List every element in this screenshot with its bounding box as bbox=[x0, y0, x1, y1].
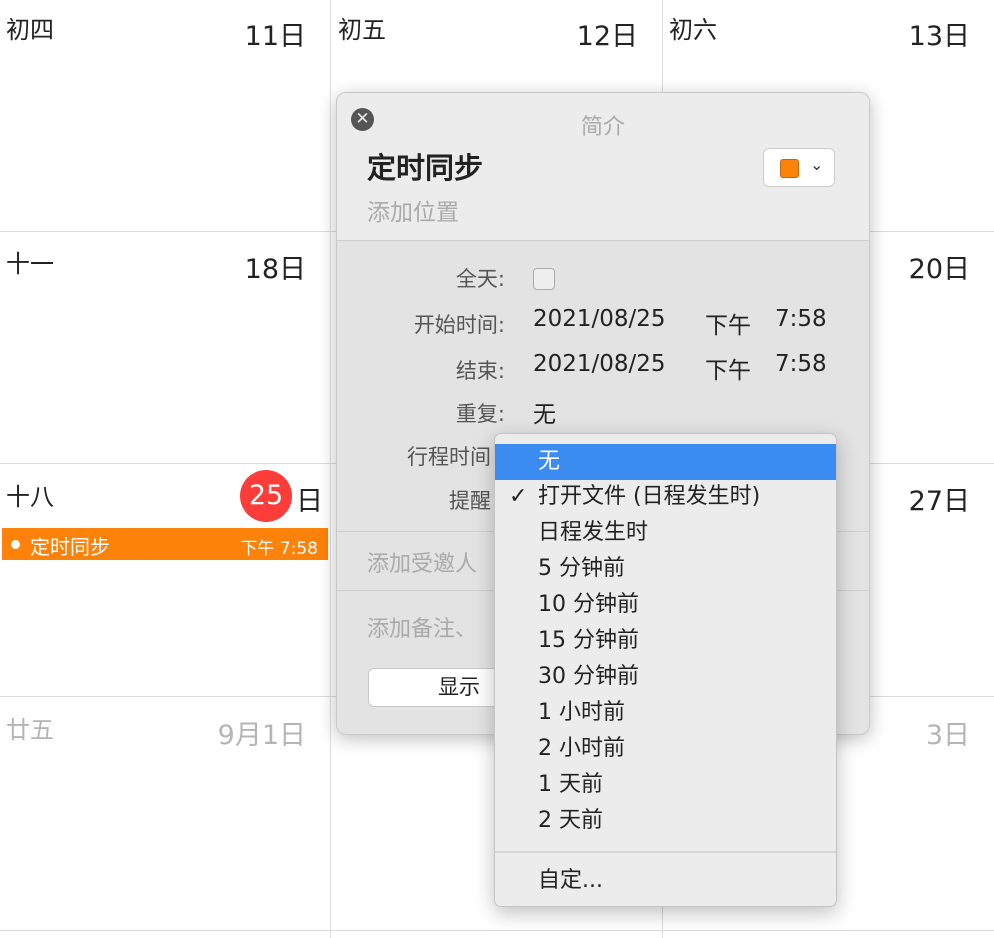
calendar-color-picker[interactable]: ⌄ bbox=[763, 148, 835, 187]
event-title: 定时同步 bbox=[30, 535, 110, 559]
event-time: 下午 7:58 bbox=[240, 539, 318, 559]
alert-label: 提醒 bbox=[449, 489, 491, 513]
end-time[interactable]: 7:58 bbox=[775, 351, 827, 377]
grid-line bbox=[330, 0, 331, 938]
lunar-date: 初四 bbox=[6, 16, 54, 44]
allday-checkbox[interactable] bbox=[533, 268, 555, 290]
end-date[interactable]: 2021/08/25 bbox=[533, 351, 666, 377]
popover-header-title: 简介 bbox=[580, 115, 625, 140]
calendar-event[interactable]: 定时同步 下午 7:58 bbox=[2, 528, 328, 560]
repeat-label: 重复: bbox=[455, 402, 505, 426]
chevron-down-icon: ⌄ bbox=[810, 155, 824, 174]
day-number: 12日 bbox=[576, 21, 638, 52]
repeat-value[interactable]: 无 bbox=[533, 395, 556, 429]
day-number: 13日 bbox=[908, 21, 970, 52]
grid-line bbox=[0, 930, 994, 931]
lunar-date: 十八 bbox=[6, 483, 54, 511]
start-ampm[interactable]: 下午 bbox=[705, 306, 751, 340]
checkmark-icon: ✓ bbox=[509, 484, 528, 509]
menu-item[interactable]: 15 分钟前 bbox=[495, 623, 836, 659]
end-ampm[interactable]: 下午 bbox=[705, 351, 751, 385]
today-badge: 25 bbox=[240, 470, 292, 522]
lunar-date: 初五 bbox=[338, 16, 386, 44]
menu-separator bbox=[495, 851, 836, 853]
start-date[interactable]: 2021/08/25 bbox=[533, 306, 666, 332]
menu-item[interactable]: 10 分钟前 bbox=[495, 587, 836, 623]
menu-item-custom[interactable]: 自定... bbox=[495, 863, 836, 899]
travel-time-label: 行程时间 bbox=[407, 445, 491, 469]
location-field[interactable]: 添加位置 bbox=[367, 193, 459, 227]
menu-item[interactable]: 日程发生时 bbox=[495, 515, 836, 551]
day-number: 18日 bbox=[244, 254, 306, 285]
allday-label: 全天: bbox=[455, 267, 505, 291]
menu-item[interactable]: 30 分钟前 bbox=[495, 659, 836, 695]
alert-dropdown-menu: 无 ✓ 打开文件 (日程发生时) 日程发生时 5 分钟前 10 分钟前 15 分钟… bbox=[494, 433, 837, 907]
lunar-date: 初六 bbox=[669, 16, 717, 44]
menu-item[interactable]: 1 天前 bbox=[495, 767, 836, 803]
lunar-date: 十一 bbox=[6, 250, 54, 278]
day-number: 9月1日 bbox=[217, 720, 306, 751]
menu-item[interactable]: 2 天前 bbox=[495, 803, 836, 839]
menu-item[interactable]: 无 bbox=[495, 444, 836, 480]
day-number: 11日 bbox=[244, 21, 306, 52]
day-suffix: 日 bbox=[296, 486, 323, 517]
event-title-field[interactable]: 定时同步 bbox=[367, 145, 483, 187]
invitees-field[interactable]: 添加受邀人 bbox=[367, 546, 477, 578]
menu-item[interactable]: ✓ 打开文件 (日程发生时) bbox=[495, 479, 836, 515]
color-swatch bbox=[780, 159, 799, 178]
menu-item[interactable]: 2 小时前 bbox=[495, 731, 836, 767]
start-label: 开始时间: bbox=[413, 313, 505, 337]
notes-field[interactable]: 添加备注、 bbox=[367, 611, 477, 643]
event-dot-icon bbox=[11, 540, 20, 549]
menu-item[interactable]: 5 分钟前 bbox=[495, 551, 836, 587]
start-time[interactable]: 7:58 bbox=[775, 306, 827, 332]
end-label: 结束: bbox=[455, 359, 505, 383]
menu-item[interactable]: 1 小时前 bbox=[495, 695, 836, 731]
lunar-date: 廿五 bbox=[6, 716, 54, 744]
